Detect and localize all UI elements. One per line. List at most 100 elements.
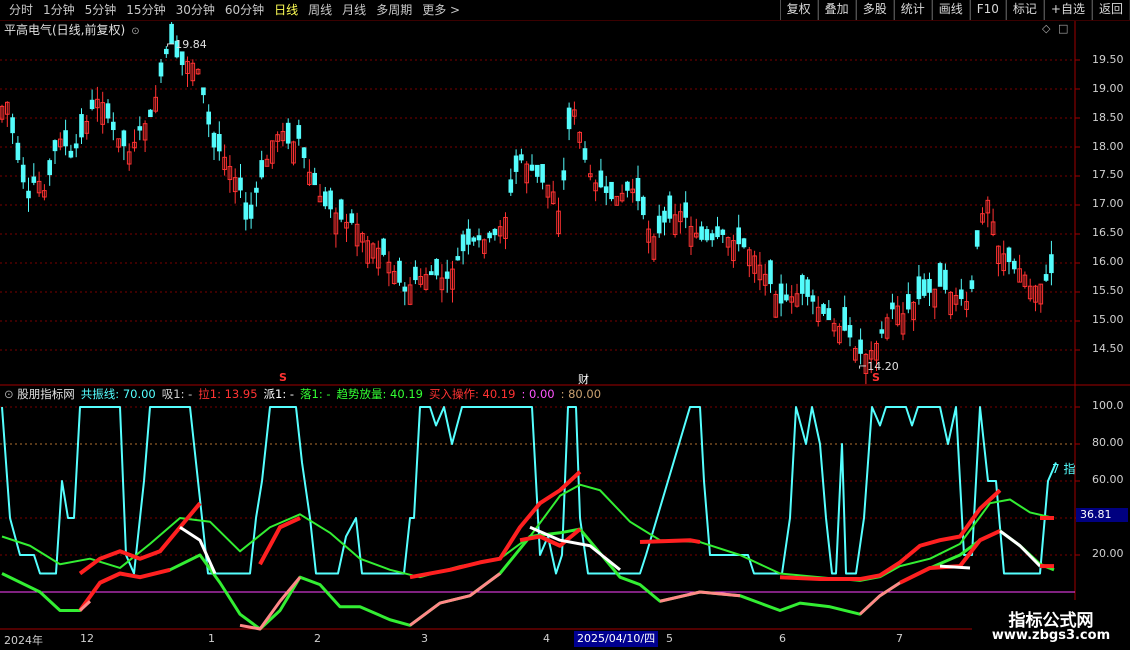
pull-line-light — [659, 590, 741, 603]
candle-down — [683, 202, 689, 218]
candle-down — [217, 134, 222, 152]
pull-line-light — [409, 572, 501, 627]
candle-down — [582, 148, 588, 160]
indicator-value-item: : 80.00 — [560, 387, 602, 401]
indicator-values: 共振线: 70.00 吸1: - 拉1: 13.95 派1: - 落1: - 趋势放量: … — [81, 386, 607, 402]
price-tick: 15.00 — [1092, 313, 1124, 326]
date-label: 12 — [80, 632, 94, 645]
candle-down — [148, 109, 153, 118]
indicator-value-item: 派1: - — [263, 387, 295, 401]
candle-down — [858, 339, 863, 354]
candle-down — [916, 276, 922, 300]
candle-down — [784, 294, 789, 301]
price-tick: 16.50 — [1092, 226, 1124, 239]
indicator-name[interactable]: 股朋指标网 — [17, 386, 75, 402]
cursor-date-label: 2025/04/10/四 — [574, 631, 659, 647]
candle-down — [800, 275, 805, 294]
indicator-tick: 80.00 — [1092, 436, 1124, 449]
candle-down — [397, 260, 402, 283]
buy-operation-line — [258, 516, 301, 566]
price-tick: 19.00 — [1092, 82, 1124, 95]
date-label: 6 — [779, 632, 786, 645]
finance-marker[interactable]: 财 — [578, 371, 589, 387]
fall-line — [1, 527, 1055, 631]
candle-down — [238, 177, 243, 191]
candle-down — [959, 289, 964, 300]
candle-down — [529, 164, 535, 171]
candle-down — [349, 213, 355, 223]
candle-down — [338, 199, 344, 220]
candle-down — [89, 99, 95, 110]
candle-down — [111, 121, 116, 131]
candle-down — [625, 181, 630, 191]
candle-down — [206, 111, 211, 125]
candle-down — [492, 228, 498, 236]
candle-down — [413, 266, 418, 281]
candle-down — [810, 295, 816, 302]
candle-down — [842, 307, 848, 331]
candle-down — [248, 204, 254, 219]
candle-down — [566, 107, 572, 130]
candle-down — [768, 260, 773, 285]
candle-down — [699, 226, 704, 240]
candle-down — [52, 140, 58, 152]
high-value: 19.84 — [175, 38, 207, 51]
candle-down — [890, 302, 895, 310]
indicator-value-item: 吸1: - — [161, 387, 193, 401]
watermark-url: www.zbgs3.com — [991, 628, 1111, 643]
candle-down — [105, 103, 111, 119]
candle-down — [158, 62, 164, 77]
price-tick: 15.50 — [1092, 284, 1124, 297]
candle-down — [519, 154, 524, 161]
candle-down — [381, 238, 386, 255]
sell-marker[interactable]: S — [279, 371, 287, 384]
sell-marker[interactable]: S — [872, 371, 880, 384]
candle-down — [635, 177, 641, 202]
indicator-edge-label: 7 指 — [1052, 462, 1076, 476]
candle-down — [704, 229, 710, 241]
distribute-line — [939, 564, 971, 570]
candle-down — [641, 196, 646, 216]
candle-down — [937, 263, 943, 287]
candle-down — [301, 147, 307, 159]
candle-down — [535, 164, 540, 177]
candle-down — [323, 191, 328, 207]
candle-down — [879, 329, 885, 334]
pull-line — [78, 567, 171, 612]
candle-down — [434, 258, 439, 276]
candle-down — [455, 256, 461, 261]
candle-down — [47, 160, 53, 176]
candle-down — [137, 126, 143, 131]
candle-down — [254, 187, 259, 193]
candle-down — [927, 278, 932, 293]
indicator-menu-icon[interactable]: ⊙ — [4, 386, 17, 402]
candle-down — [26, 190, 31, 199]
candle-down — [662, 210, 667, 223]
low-arrow-icon: ⌐ — [858, 360, 868, 373]
candle-down — [943, 269, 948, 290]
candle-down — [201, 87, 206, 96]
candle-down — [211, 132, 217, 148]
candle-down — [656, 215, 662, 234]
candle-down — [540, 164, 545, 183]
candle-down — [444, 271, 450, 279]
candle-down — [906, 294, 911, 310]
date-label: 2 — [314, 632, 321, 645]
date-label: 1 — [208, 632, 215, 645]
indicator-value-item: : 0.00 — [521, 387, 555, 401]
candle-down — [179, 51, 185, 66]
candle-down — [974, 230, 980, 247]
current-value-label: 36.81 — [1076, 508, 1128, 522]
candle-down — [603, 186, 609, 193]
indicator-value-item: 落1: - — [300, 387, 331, 401]
price-tick: 17.00 — [1092, 197, 1124, 210]
candle-down — [68, 150, 74, 158]
kline-chart[interactable] — [0, 0, 1130, 650]
candle-down — [1043, 274, 1049, 281]
candle-down — [31, 176, 37, 183]
pull-line-light — [858, 581, 901, 616]
candle-down — [487, 232, 492, 239]
candle-down — [471, 237, 476, 242]
high-arrow-icon: ⌐ — [166, 38, 176, 51]
candle-down — [805, 279, 810, 297]
